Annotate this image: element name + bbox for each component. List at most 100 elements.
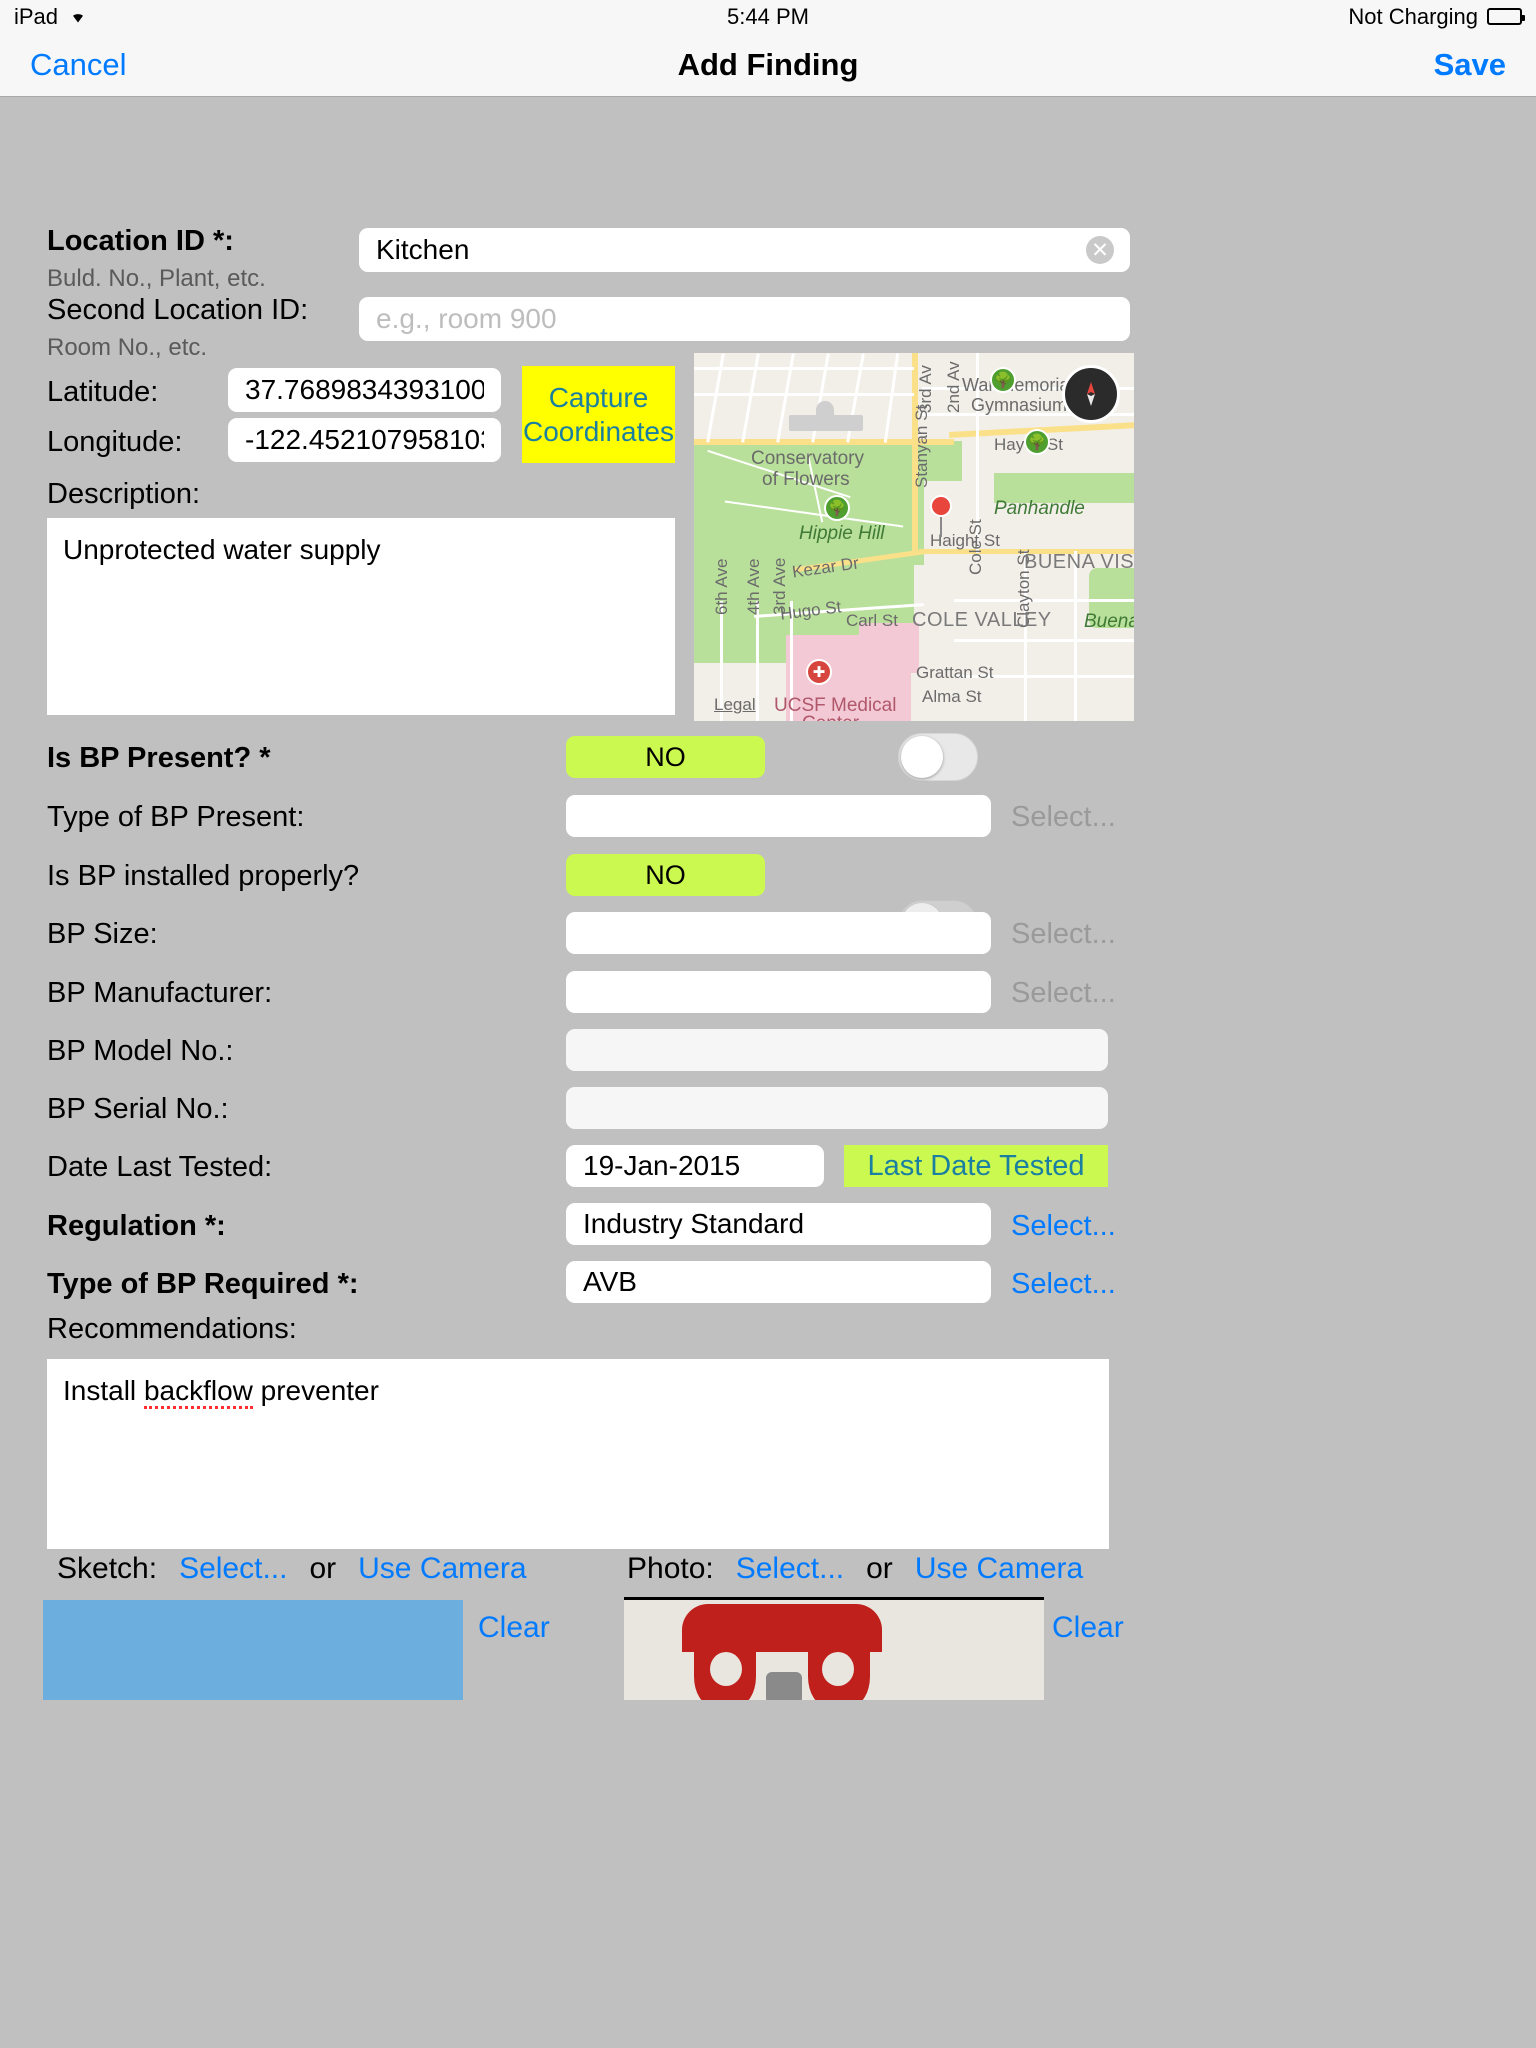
is-bp-present-label: Is BP Present? * <box>47 742 271 774</box>
navigation-bar: Cancel Add Finding Save <box>0 33 1536 97</box>
second-location-id-hint: Room No., etc. <box>47 334 208 361</box>
bp-serial-no-label: BP Serial No.: <box>47 1093 229 1125</box>
type-of-bp-present-label: Type of BP Present: <box>47 801 305 833</box>
map-label-carl-st: Carl St <box>846 611 898 630</box>
photo-label: Photo: <box>627 1552 714 1585</box>
battery-status-label: Not Charging <box>1348 3 1478 29</box>
sketch-preview[interactable] <box>43 1600 463 1700</box>
latitude-label: Latitude: <box>47 376 159 408</box>
sketch-select-link[interactable]: Select... <box>179 1552 287 1586</box>
bp-size-label: BP Size: <box>47 918 158 950</box>
bp-model-no-label: BP Model No.: <box>47 1035 234 1067</box>
recommendations-text-suffix: preventer <box>252 1375 379 1406</box>
hospital-poi-icon: ✚ <box>806 659 832 685</box>
description-label: Description: <box>47 478 201 510</box>
cancel-button[interactable]: Cancel <box>30 47 127 83</box>
map-label-cole-valley: COLE VALLEY <box>912 609 1052 631</box>
map-label-buena-vista: BUENA VISTA <box>1024 551 1134 573</box>
map-label-4th-ave: 4th Ave <box>744 558 763 615</box>
photo-or-label: or <box>866 1552 893 1585</box>
bp-size-input[interactable] <box>566 912 991 954</box>
photo-controls: Photo: Select... or Use Camera <box>627 1552 1083 1586</box>
location-id-hint: Buld. No., Plant, etc. <box>47 265 266 292</box>
wifi-icon <box>67 4 89 30</box>
location-map[interactable]: 3rd Av 2nd Av Stanyan St Cole St 6th Ave… <box>694 353 1134 721</box>
bp-model-no-input[interactable] <box>566 1029 1108 1071</box>
map-label-center: Center <box>802 713 859 721</box>
date-last-tested-input[interactable] <box>566 1145 824 1187</box>
recommendations-textarea[interactable]: Install backflow preventer <box>47 1359 1109 1549</box>
second-location-id-input[interactable] <box>359 297 1130 341</box>
longitude-label: Longitude: <box>47 426 183 458</box>
sketch-or-label: or <box>309 1552 337 1585</box>
status-bar: iPad 5:44 PM Not Charging <box>0 0 1536 33</box>
type-of-bp-required-input[interactable] <box>566 1261 991 1303</box>
save-button[interactable]: Save <box>1434 47 1506 83</box>
bp-manufacturer-select-link[interactable]: Select... <box>1011 977 1116 1010</box>
photo-use-camera-link[interactable]: Use Camera <box>915 1552 1083 1586</box>
type-of-bp-required-select-link[interactable]: Select... <box>1011 1268 1116 1301</box>
sketch-clear-link[interactable]: Clear <box>478 1611 550 1645</box>
regulation-label: Regulation *: <box>47 1210 226 1242</box>
bp-manufacturer-input[interactable] <box>566 971 991 1013</box>
is-bp-installed-properly-value-button[interactable]: NO <box>566 854 765 896</box>
map-label-stanyan-st: Stanyan St <box>912 404 931 488</box>
recommendations-text-prefix: Install <box>63 1375 144 1406</box>
clear-icon[interactable]: ✕ <box>1086 236 1114 264</box>
status-bar-time: 5:44 PM <box>727 3 809 29</box>
recommendations-text-misspelled: backflow <box>143 1375 253 1409</box>
location-id-input[interactable] <box>359 228 1130 272</box>
map-label-6th-ave: 6th Ave <box>712 558 731 615</box>
bp-size-select-link[interactable]: Select... <box>1011 918 1116 951</box>
map-pin-icon[interactable] <box>930 495 952 517</box>
add-finding-form: Location ID *: Buld. No., Plant, etc. ✕ … <box>0 97 1536 2048</box>
regulation-input[interactable] <box>566 1203 991 1245</box>
capture-line-1: Capture <box>548 382 649 414</box>
bp-serial-no-input[interactable] <box>566 1087 1108 1129</box>
park-poi-icon-2: 🌳 <box>824 495 850 521</box>
latitude-input[interactable] <box>228 368 501 412</box>
map-label-war-memorial: War Memorial <box>962 375 1074 395</box>
type-of-bp-present-input[interactable] <box>566 795 991 837</box>
description-textarea[interactable] <box>47 518 675 715</box>
status-bar-right: Not Charging <box>1348 3 1525 30</box>
type-of-bp-required-label: Type of BP Required *: <box>47 1268 359 1300</box>
photo-select-link[interactable]: Select... <box>736 1552 844 1586</box>
map-label-alma-st: Alma St <box>922 687 982 706</box>
capture-coordinates-button[interactable]: Capture Coordinates <box>522 366 675 463</box>
map-label-legal[interactable]: Legal <box>714 695 756 715</box>
last-date-tested-button[interactable]: Last Date Tested <box>844 1145 1108 1187</box>
sketch-controls: Sketch: Select... or Use Camera <box>57 1552 527 1586</box>
compass-icon[interactable] <box>1062 365 1120 423</box>
photo-clear-link[interactable]: Clear <box>1052 1611 1124 1645</box>
map-label-hippie-hill: Hippie Hill <box>799 523 885 544</box>
capture-line-2: Coordinates <box>523 415 674 447</box>
park-poi-icon: 🌳 <box>1024 429 1050 455</box>
date-last-tested-label: Date Last Tested: <box>47 1151 273 1183</box>
map-label-gymnasium: Gymnasium <box>971 395 1068 415</box>
page-title: Add Finding <box>677 46 859 82</box>
regulation-select-link[interactable]: Select... <box>1011 1210 1116 1243</box>
type-of-bp-present-select-link[interactable]: Select... <box>1011 801 1116 834</box>
battery-icon <box>1487 8 1525 25</box>
status-bar-left: iPad <box>14 4 89 30</box>
map-label-buena: Buena <box>1084 611 1134 632</box>
is-bp-installed-properly-label: Is BP installed properly? <box>47 860 360 892</box>
is-bp-present-toggle[interactable] <box>898 733 978 781</box>
bp-manufacturer-label: BP Manufacturer: <box>47 977 273 1009</box>
is-bp-present-value-button[interactable]: NO <box>566 736 765 778</box>
map-label-grattan-st: Grattan St <box>916 663 994 682</box>
map-label-conservatory: Conservatory <box>751 448 864 469</box>
park-poi-icon-3: 🌳 <box>990 367 1016 393</box>
device-label: iPad <box>14 3 59 29</box>
location-id-label: Location ID *: <box>47 225 234 257</box>
recommendations-label: Recommendations: <box>47 1313 297 1345</box>
sketch-use-camera-link[interactable]: Use Camera <box>358 1552 526 1586</box>
map-label-of-flowers: of Flowers <box>762 469 850 490</box>
longitude-input[interactable] <box>228 418 501 462</box>
photo-preview[interactable] <box>624 1597 1044 1700</box>
second-location-id-label: Second Location ID: <box>47 294 309 326</box>
sketch-label: Sketch: <box>57 1552 158 1585</box>
map-label-panhandle: Panhandle <box>994 498 1085 519</box>
map-label-2nd-av: 2nd Av <box>944 361 963 413</box>
